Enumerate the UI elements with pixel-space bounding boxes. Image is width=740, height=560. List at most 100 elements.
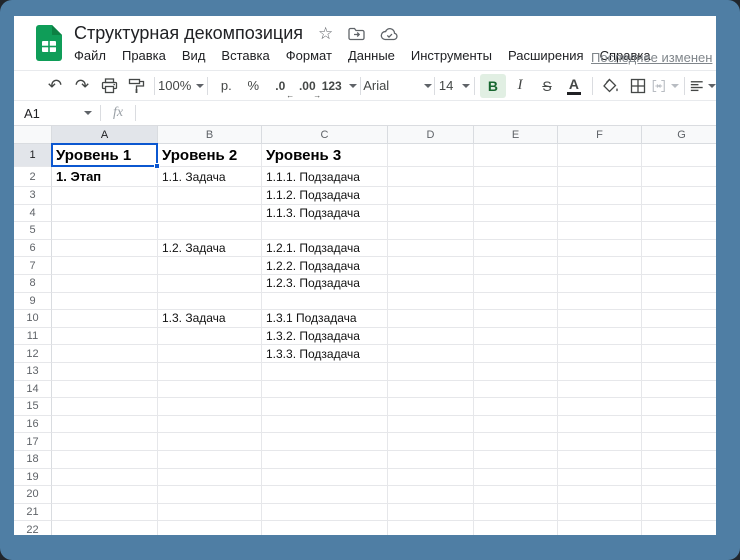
cell-D15[interactable] xyxy=(388,398,474,416)
cell-G19[interactable] xyxy=(642,469,716,487)
cell-E4[interactable] xyxy=(474,205,558,223)
cell-E3[interactable] xyxy=(474,187,558,205)
cell-F6[interactable] xyxy=(558,240,642,258)
document-title[interactable]: Структурная декомпозиция xyxy=(74,23,303,44)
borders-button[interactable] xyxy=(625,74,651,98)
cell-E9[interactable] xyxy=(474,293,558,311)
row-header-20[interactable]: 20 xyxy=(14,486,52,504)
cell-F20[interactable] xyxy=(558,486,642,504)
cell-F12[interactable] xyxy=(558,345,642,363)
cell-G18[interactable] xyxy=(642,451,716,469)
cell-E20[interactable] xyxy=(474,486,558,504)
cell-A21[interactable] xyxy=(52,504,158,522)
row-header-5[interactable]: 5 xyxy=(14,222,52,240)
col-header-A[interactable]: A xyxy=(52,126,158,144)
cell-B1[interactable]: Уровень 2 xyxy=(158,144,262,167)
cell-G9[interactable] xyxy=(642,293,716,311)
cell-C18[interactable] xyxy=(262,451,388,469)
menu-item-view[interactable]: Вид xyxy=(182,48,206,63)
row-header-4[interactable]: 4 xyxy=(14,205,52,223)
cell-B14[interactable] xyxy=(158,381,262,399)
cell-F17[interactable] xyxy=(558,433,642,451)
cell-G10[interactable] xyxy=(642,310,716,328)
cell-G16[interactable] xyxy=(642,416,716,434)
cell-F19[interactable] xyxy=(558,469,642,487)
cell-A22[interactable] xyxy=(52,521,158,535)
row-header-16[interactable]: 16 xyxy=(14,416,52,434)
cell-D1[interactable] xyxy=(388,144,474,167)
cell-F5[interactable] xyxy=(558,222,642,240)
italic-button[interactable]: I xyxy=(507,74,533,98)
cell-G12[interactable] xyxy=(642,345,716,363)
cell-B13[interactable] xyxy=(158,363,262,381)
cell-E2[interactable] xyxy=(474,167,558,187)
cloud-saved-icon[interactable] xyxy=(380,27,399,41)
merge-cells-button[interactable] xyxy=(652,74,679,98)
cell-C22[interactable] xyxy=(262,521,388,535)
cell-D22[interactable] xyxy=(388,521,474,535)
cell-A12[interactable] xyxy=(52,345,158,363)
col-header-B[interactable]: B xyxy=(158,126,262,144)
decrease-decimal-button[interactable]: .0← xyxy=(267,74,293,98)
cell-F14[interactable] xyxy=(558,381,642,399)
cell-E15[interactable] xyxy=(474,398,558,416)
cell-D10[interactable] xyxy=(388,310,474,328)
cell-A19[interactable] xyxy=(52,469,158,487)
cell-G8[interactable] xyxy=(642,275,716,293)
cell-D12[interactable] xyxy=(388,345,474,363)
row-header-2[interactable]: 2 xyxy=(14,167,52,187)
cell-E11[interactable] xyxy=(474,328,558,346)
cell-A15[interactable] xyxy=(52,398,158,416)
cell-G4[interactable] xyxy=(642,205,716,223)
cell-F8[interactable] xyxy=(558,275,642,293)
cell-G5[interactable] xyxy=(642,222,716,240)
cell-A11[interactable] xyxy=(52,328,158,346)
cell-A4[interactable] xyxy=(52,205,158,223)
cell-A10[interactable] xyxy=(52,310,158,328)
cell-E21[interactable] xyxy=(474,504,558,522)
cell-A5[interactable] xyxy=(52,222,158,240)
cell-C7[interactable]: 1.2.2. Подзадача xyxy=(262,257,388,275)
row-header-11[interactable]: 11 xyxy=(14,328,52,346)
cell-E12[interactable] xyxy=(474,345,558,363)
cell-F11[interactable] xyxy=(558,328,642,346)
cell-C5[interactable] xyxy=(262,222,388,240)
cell-D9[interactable] xyxy=(388,293,474,311)
col-header-F[interactable]: F xyxy=(558,126,642,144)
cell-F9[interactable] xyxy=(558,293,642,311)
col-header-C[interactable]: C xyxy=(262,126,388,144)
cell-C21[interactable] xyxy=(262,504,388,522)
cell-C14[interactable] xyxy=(262,381,388,399)
sheets-logo-icon[interactable] xyxy=(36,25,62,61)
cell-B10[interactable]: 1.3. Задача xyxy=(158,310,262,328)
cell-D17[interactable] xyxy=(388,433,474,451)
cell-C16[interactable] xyxy=(262,416,388,434)
cell-C13[interactable] xyxy=(262,363,388,381)
cell-B11[interactable] xyxy=(158,328,262,346)
cell-B2[interactable]: 1.1. Задача xyxy=(158,167,262,187)
row-header-1[interactable]: 1 xyxy=(14,144,52,167)
row-header-8[interactable]: 8 xyxy=(14,275,52,293)
cell-G22[interactable] xyxy=(642,521,716,535)
row-header-7[interactable]: 7 xyxy=(14,257,52,275)
cell-F16[interactable] xyxy=(558,416,642,434)
cell-G7[interactable] xyxy=(642,257,716,275)
row-header-13[interactable]: 13 xyxy=(14,363,52,381)
cell-E5[interactable] xyxy=(474,222,558,240)
cell-E16[interactable] xyxy=(474,416,558,434)
cell-E1[interactable] xyxy=(474,144,558,167)
cell-G1[interactable] xyxy=(642,144,716,167)
cell-D8[interactable] xyxy=(388,275,474,293)
cell-C20[interactable] xyxy=(262,486,388,504)
cell-G15[interactable] xyxy=(642,398,716,416)
row-header-14[interactable]: 14 xyxy=(14,381,52,399)
bold-button[interactable]: B xyxy=(480,74,506,98)
cell-G14[interactable] xyxy=(642,381,716,399)
cell-D6[interactable] xyxy=(388,240,474,258)
menu-item-edit[interactable]: Правка xyxy=(122,48,166,63)
horizontal-align-button[interactable] xyxy=(690,74,717,98)
row-header-21[interactable]: 21 xyxy=(14,504,52,522)
cell-D21[interactable] xyxy=(388,504,474,522)
cell-A8[interactable] xyxy=(52,275,158,293)
cell-F7[interactable] xyxy=(558,257,642,275)
